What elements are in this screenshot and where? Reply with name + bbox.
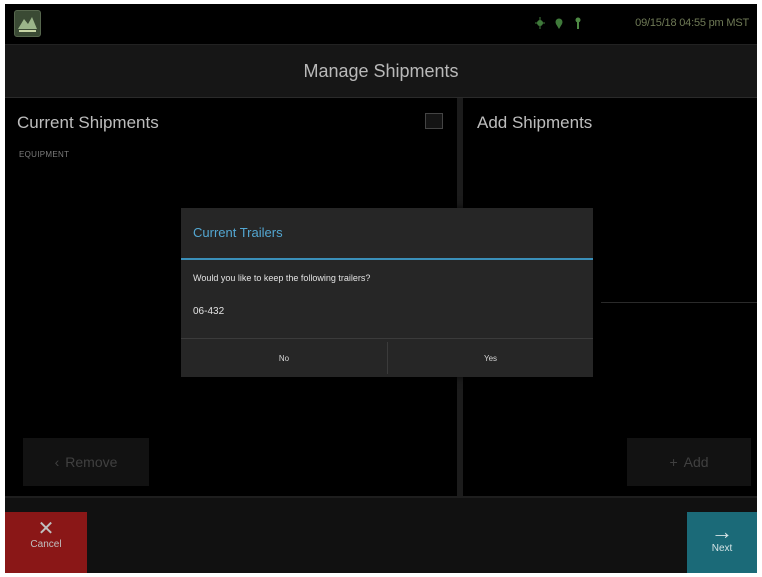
bottom-bar: ✕ Cancel → Next: [5, 496, 757, 573]
status-bar: 09/15/18 04:55 pm MST: [5, 4, 757, 44]
dialog-message: Would you like to keep the following tra…: [193, 273, 371, 283]
equipment-label: EQUIPMENT: [19, 150, 70, 159]
status-time: 09/15/18 04:55 pm MST: [635, 17, 749, 29]
app-logo-icon[interactable]: [14, 10, 41, 37]
dialog-title-rule: [181, 258, 593, 260]
chevron-left-icon: ‹: [54, 454, 60, 470]
add-shipments-title: Add Shipments: [477, 113, 593, 132]
gps-icon: [535, 16, 545, 29]
next-button-label: Next: [711, 543, 733, 554]
dialog-title: Current Trailers: [193, 225, 283, 240]
no-button[interactable]: No: [181, 339, 387, 377]
arrow-right-icon: →: [711, 519, 733, 544]
add-button-label: Add: [683, 454, 709, 470]
select-all-checkbox[interactable]: [425, 113, 443, 129]
signal-icon: [573, 16, 583, 29]
remove-button[interactable]: ‹ Remove: [23, 438, 149, 486]
add-button[interactable]: + Add: [627, 438, 751, 486]
header: Manage Shipments: [5, 44, 757, 98]
remove-button-label: Remove: [65, 454, 118, 470]
location-icon: [554, 16, 564, 29]
trailer-number: 06-432: [193, 306, 225, 317]
plus-icon: +: [669, 454, 678, 470]
current-trailers-dialog: Current Trailers Would you like to keep …: [181, 208, 593, 377]
next-button[interactable]: → Next: [687, 512, 757, 573]
page-title: Manage Shipments: [303, 61, 459, 81]
status-icons: [535, 16, 583, 29]
current-shipments-title: Current Shipments: [17, 113, 159, 132]
cancel-button[interactable]: ✕ Cancel: [5, 512, 87, 573]
cancel-button-label: Cancel: [30, 539, 62, 550]
input-underline: [601, 302, 757, 303]
close-icon: ✕: [37, 518, 55, 540]
app-frame: 09/15/18 04:55 pm MST Manage Shipments C…: [5, 4, 757, 573]
yes-button[interactable]: Yes: [388, 339, 593, 377]
